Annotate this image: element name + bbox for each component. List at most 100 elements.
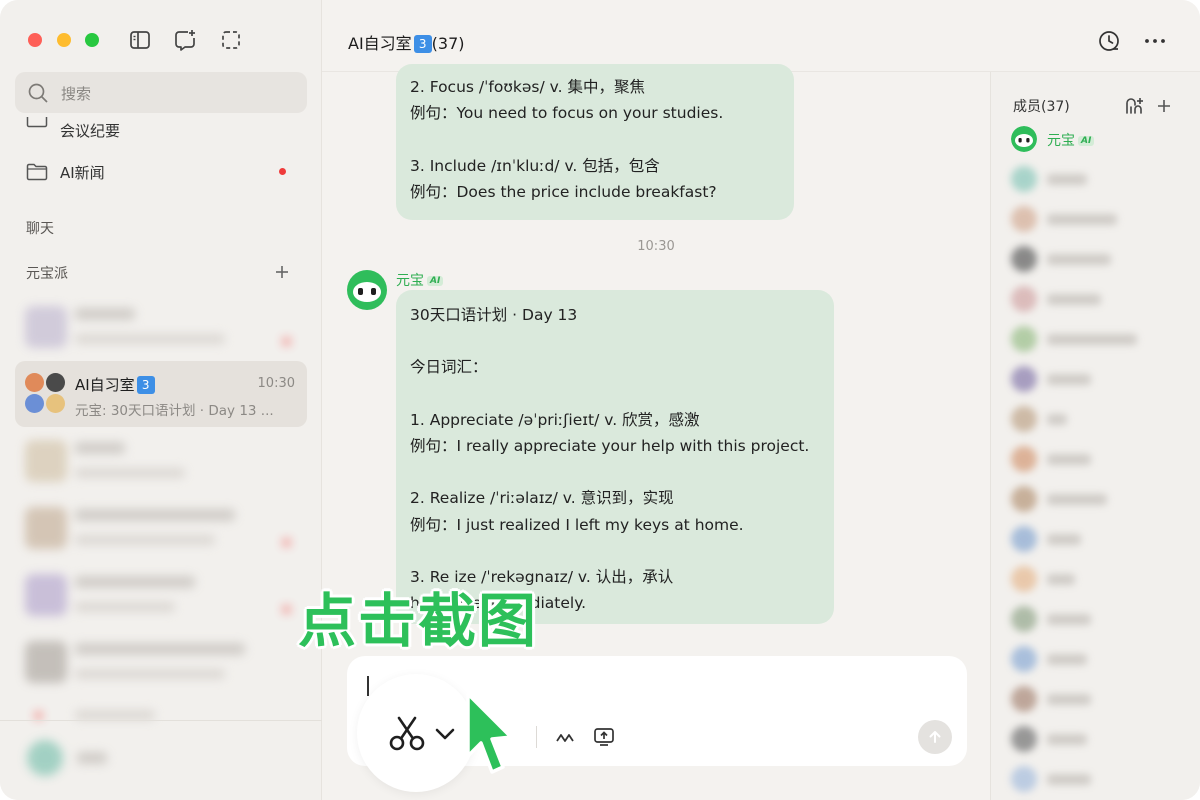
sidebar: 搜索 会议纪要 AI新闻 聊天 元宝派 AI自习室 3 10:30 元宝: 30… xyxy=(0,0,322,800)
member-avatar xyxy=(1011,686,1037,712)
member-name-redacted xyxy=(1047,294,1101,305)
app-window: 搜索 会议纪要 AI新闻 聊天 元宝派 AI自习室 3 10:30 元宝: 30… xyxy=(0,0,1200,800)
message-line xyxy=(410,538,820,564)
member-item[interactable] xyxy=(1011,446,1191,474)
chat-list-item[interactable] xyxy=(15,294,307,360)
invite-member-icon[interactable] xyxy=(1124,96,1144,116)
chat-list-item[interactable] xyxy=(15,495,307,561)
member-avatar xyxy=(1011,446,1037,472)
member-item[interactable] xyxy=(1011,206,1191,234)
member-item[interactable] xyxy=(1011,326,1191,354)
member-name-redacted xyxy=(1047,334,1137,345)
member-item-yuanbao[interactable]: 元宝 AI xyxy=(1011,126,1191,154)
search-input[interactable]: 搜索 xyxy=(15,72,307,113)
message-line xyxy=(410,459,820,485)
member-item[interactable] xyxy=(1011,686,1191,714)
member-name-redacted xyxy=(1047,374,1091,385)
member-avatar xyxy=(1011,366,1037,392)
member-avatar xyxy=(1011,206,1037,232)
member-item[interactable] xyxy=(1011,246,1191,274)
member-name: 元宝 AI xyxy=(1047,130,1095,150)
member-name-redacted xyxy=(1047,614,1091,625)
message-line xyxy=(410,381,820,407)
members-title: 成员(37) xyxy=(1013,99,1070,115)
member-name-redacted xyxy=(1047,654,1087,665)
chat-list-item[interactable] xyxy=(15,629,307,695)
member-name-redacted xyxy=(1047,734,1087,745)
chevron-down-icon[interactable] xyxy=(435,727,455,741)
group-avatar xyxy=(25,373,67,415)
member-name-redacted xyxy=(1047,254,1111,265)
add-member-plus-icon[interactable] xyxy=(1154,96,1174,116)
members-panel: 成员(37) 元宝 AI xyxy=(990,72,1200,800)
member-name-redacted xyxy=(1047,494,1107,505)
member-avatar xyxy=(1011,606,1037,632)
member-avatar xyxy=(1011,166,1037,192)
member-name-redacted xyxy=(1047,174,1087,185)
member-name-redacted xyxy=(1047,214,1117,225)
member-avatar xyxy=(1011,646,1037,672)
member-name-redacted xyxy=(1047,414,1067,425)
mention-icon[interactable] xyxy=(553,725,577,749)
message-line xyxy=(410,328,820,354)
yuanbao-avatar-icon[interactable] xyxy=(347,270,387,310)
member-item[interactable] xyxy=(1011,766,1191,794)
chat-list-item-selected[interactable]: AI自习室 3 10:30 元宝: 30天口语计划 · Day 13 ... xyxy=(15,361,307,427)
folder-icon xyxy=(26,163,48,181)
member-avatar xyxy=(1011,406,1037,432)
message-line: 30天口语计划 · Day 13 xyxy=(410,306,578,324)
add-plus-icon[interactable] xyxy=(274,264,290,280)
member-item[interactable] xyxy=(1011,286,1191,314)
section-chat-label: 聊天 xyxy=(26,221,54,237)
new-chat-icon[interactable] xyxy=(174,29,196,51)
chat-title: AI自习室 3 (37) xyxy=(348,34,465,53)
more-icon[interactable] xyxy=(1143,29,1167,53)
message-line xyxy=(410,126,780,152)
member-avatar xyxy=(1011,726,1037,752)
chat-list-item[interactable] xyxy=(15,696,307,722)
share-screen-icon[interactable] xyxy=(592,725,616,749)
current-user[interactable] xyxy=(15,730,253,788)
member-item[interactable] xyxy=(1011,566,1191,594)
message-line: 例句：I just realized I left my keys at hom… xyxy=(410,515,744,534)
message-line: 3. Include /ɪnˈkluːd/ v. 包括，包含 xyxy=(410,156,660,175)
chat-time: 10:30 xyxy=(257,376,295,391)
maximize-window-button[interactable] xyxy=(85,33,99,47)
member-avatar xyxy=(1011,566,1037,592)
member-item[interactable] xyxy=(1011,406,1191,434)
message-line: 例句：You need to focus on your studies. xyxy=(410,104,724,123)
yuanbao-member-avatar-icon xyxy=(1011,126,1037,152)
overlay-caption: 点击截图 xyxy=(298,587,539,655)
scissors-icon[interactable] xyxy=(388,714,428,752)
chat-list-item[interactable] xyxy=(15,562,307,628)
member-item[interactable] xyxy=(1011,646,1191,674)
member-item[interactable] xyxy=(1011,486,1191,514)
sidebar-toggle-icon[interactable] xyxy=(129,29,151,51)
minimize-window-button[interactable] xyxy=(57,33,71,47)
cut-off-row[interactable]: 会议纪要 xyxy=(0,117,322,138)
member-name-redacted xyxy=(1047,534,1081,545)
member-item[interactable] xyxy=(1011,606,1191,634)
member-item[interactable] xyxy=(1011,166,1191,194)
message-line: 1. Appreciate /əˈpriːʃieɪt/ v. 欣赏，感激 xyxy=(410,410,700,429)
search-icon xyxy=(28,83,48,103)
chat-header: AI自习室 3 (37) xyxy=(322,0,1200,72)
chat-list-item[interactable] xyxy=(15,428,307,494)
screenshot-select-icon[interactable] xyxy=(220,29,242,51)
message-line: 例句：Does the price include breakfast? xyxy=(410,182,717,201)
cut-item-label: 会议纪要 xyxy=(60,122,121,138)
member-avatar xyxy=(1011,486,1037,512)
message-line: 今日词汇： xyxy=(410,358,488,377)
member-avatar xyxy=(1011,766,1037,792)
unread-dot xyxy=(279,168,286,175)
history-icon[interactable] xyxy=(1097,29,1121,53)
send-button[interactable] xyxy=(918,720,952,754)
member-item[interactable] xyxy=(1011,526,1191,554)
member-item[interactable] xyxy=(1011,366,1191,394)
close-window-button[interactable] xyxy=(28,33,42,47)
member-item[interactable] xyxy=(1011,726,1191,754)
member-name-redacted xyxy=(1047,694,1091,705)
folder-icon xyxy=(26,117,48,128)
sidebar-item-ai-news[interactable]: AI新闻 xyxy=(60,162,105,183)
chat-name: AI自习室 3 xyxy=(75,374,155,395)
